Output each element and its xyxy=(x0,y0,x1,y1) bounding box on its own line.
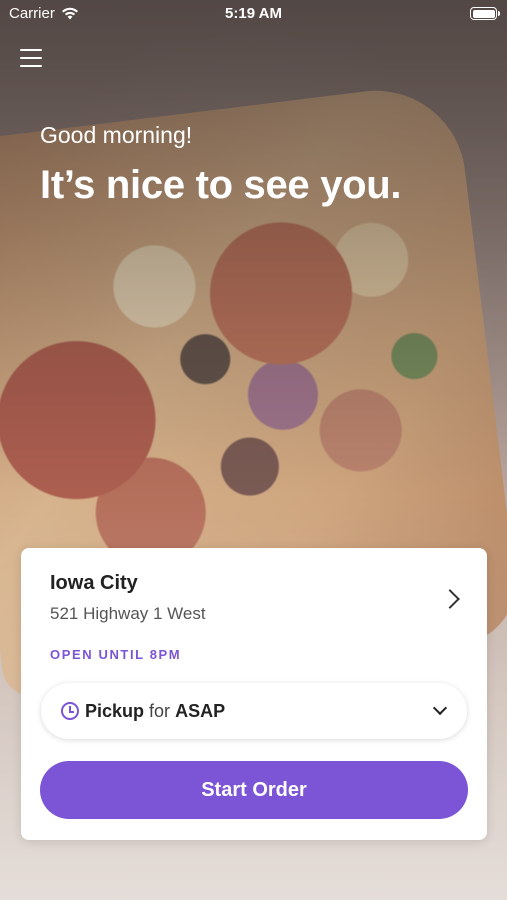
order-connector: for xyxy=(149,700,171,721)
hamburger-menu-icon[interactable] xyxy=(20,49,42,67)
clock-icon xyxy=(61,702,79,720)
order-time: ASAP xyxy=(175,700,226,721)
order-time-select[interactable]: Pickup for ASAP xyxy=(41,683,467,739)
location-selector[interactable]: Iowa City 521 Highway 1 West xyxy=(50,572,463,642)
chevron-down-icon xyxy=(432,700,448,716)
location-address: 521 Highway 1 West xyxy=(50,604,206,623)
order-method: Pickup xyxy=(85,700,145,721)
status-time: 5:19 AM xyxy=(225,5,282,22)
greeting-text: Good morning! xyxy=(40,122,193,148)
status-bar: Carrier 5:19 AM xyxy=(0,0,507,28)
headline-text: It’s nice to see you. xyxy=(40,163,402,207)
start-order-button[interactable]: Start Order xyxy=(40,761,468,819)
hours-label: OPEN UNTIL 8PM xyxy=(50,647,182,662)
battery-icon xyxy=(470,7,500,20)
order-card: Iowa City 521 Highway 1 West OPEN UNTIL … xyxy=(21,548,487,840)
location-city: Iowa City xyxy=(50,572,138,594)
